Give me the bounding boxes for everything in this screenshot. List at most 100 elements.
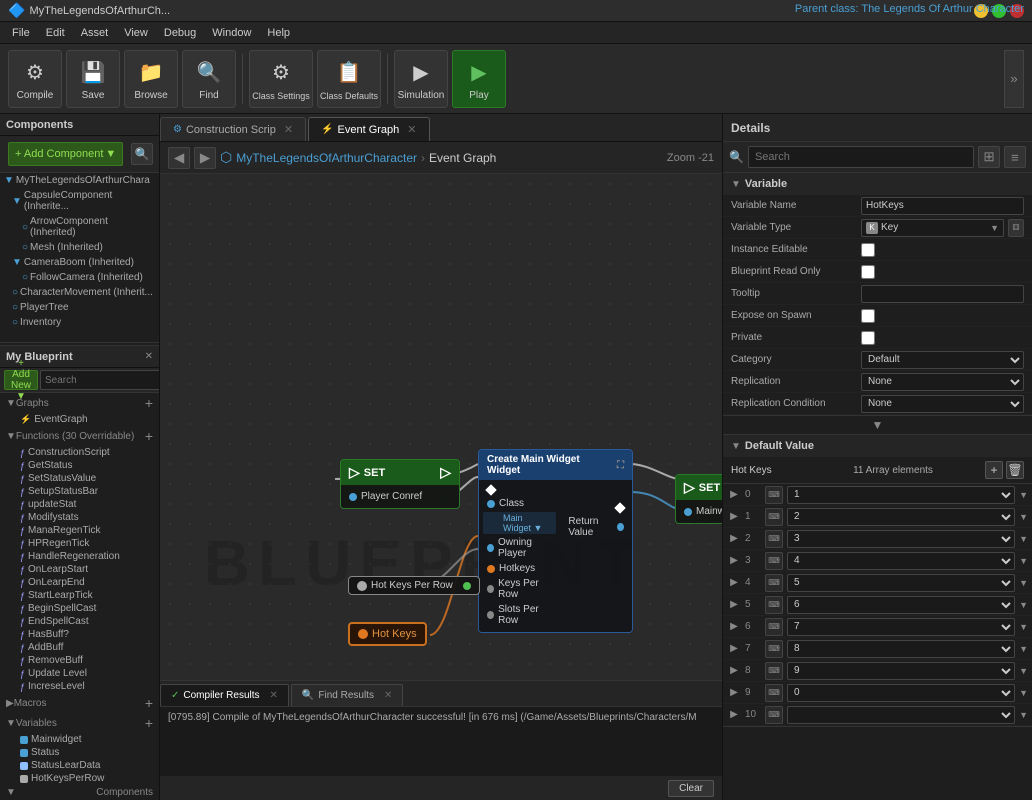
comp-mesh[interactable]: ○ Mesh (Inherited) — [0, 240, 159, 255]
menu-edit[interactable]: Edit — [38, 25, 73, 41]
bp-readonly-checkbox[interactable] — [861, 265, 875, 279]
replication-condition-select[interactable]: None — [861, 395, 1024, 413]
menu-asset[interactable]: Asset — [73, 25, 117, 41]
hotkeys-var-node[interactable]: Hot Keys — [348, 622, 427, 646]
item-6-select[interactable]: 7 — [787, 618, 1015, 636]
func-construction[interactable]: ƒ ConstructionScript — [0, 446, 159, 459]
item-9-select[interactable]: 0 — [787, 684, 1015, 702]
item-2-select[interactable]: 3 — [787, 530, 1015, 548]
menu-debug[interactable]: Debug — [156, 25, 204, 41]
tab-event-graph-close[interactable]: ✕ — [407, 123, 416, 136]
category-select[interactable]: Default — [861, 351, 1024, 369]
item-5-expand[interactable]: ▶ — [727, 598, 741, 612]
private-checkbox[interactable] — [861, 331, 875, 345]
save-button[interactable]: 💾 Save — [66, 50, 120, 108]
item-2-expand[interactable]: ▶ — [727, 532, 741, 546]
variables-section-header[interactable]: ▼ Variables + — [0, 713, 159, 733]
set-node-2[interactable]: ▷ SET ▷ Mainwidget — [675, 474, 722, 524]
details-list-btn[interactable]: ≡ — [1004, 146, 1026, 168]
item-1-select[interactable]: 2 — [787, 508, 1015, 526]
func-hpregentick[interactable]: ƒ HPRegenTick — [0, 537, 159, 550]
comp-playertree[interactable]: ○ PlayerTree — [0, 300, 159, 315]
item-8-expand[interactable]: ▶ — [727, 664, 741, 678]
var-hotkeysperrow[interactable]: HotKeysPerRow — [0, 772, 159, 785]
compile-button[interactable]: ⚙ Compile — [8, 50, 62, 108]
func-manaregentick[interactable]: ƒ ManaRegenTick — [0, 524, 159, 537]
add-component-button[interactable]: + Add Component ▼ — [8, 142, 123, 166]
func-setstatusvalue[interactable]: ƒ SetStatusValue — [0, 472, 159, 485]
comp-charmovement[interactable]: ○ CharacterMovement (Inherit... — [0, 285, 159, 300]
comp-inventory[interactable]: ○ Inventory — [0, 315, 159, 330]
item-0-expand[interactable]: ▶ — [727, 488, 741, 502]
item-9-expand[interactable]: ▶ — [727, 686, 741, 700]
tab-event-graph[interactable]: ⚡ Event Graph ✕ — [308, 117, 429, 141]
menu-window[interactable]: Window — [204, 25, 259, 41]
find-button[interactable]: 🔍 Find — [182, 50, 236, 108]
component-search-btn[interactable]: 🔍 — [131, 143, 153, 165]
func-endspell[interactable]: ƒ EndSpellCast — [0, 615, 159, 628]
bp-search-input[interactable] — [40, 370, 160, 390]
clear-log-button[interactable]: Clear — [668, 780, 714, 797]
class-settings-button[interactable]: ⚙ Class Settings — [249, 50, 313, 108]
var-name-input[interactable] — [861, 197, 1024, 215]
my-blueprint-close-btn[interactable]: ✕ — [145, 351, 153, 362]
func-increselevel[interactable]: ƒ IncreseLevel — [0, 680, 159, 693]
item-4-expand[interactable]: ▶ — [727, 576, 741, 590]
create-widget-node[interactable]: Create Main Widget Widget ⛶ Class — [478, 449, 633, 633]
var-type-button[interactable]: K Key ▼ — [861, 219, 1004, 237]
nav-back-btn[interactable]: ◀ — [168, 147, 190, 169]
menu-help[interactable]: Help — [259, 25, 298, 41]
macros-add-btn[interactable]: + — [145, 695, 153, 711]
func-getstatus[interactable]: ƒ GetStatus — [0, 459, 159, 472]
log-tab-compiler[interactable]: ✓ Compiler Results ✕ — [160, 684, 289, 706]
set-node-1[interactable]: ▷ SET ▷ Player Conref — [340, 459, 460, 509]
macros-section-header[interactable]: ▶ Macros + — [0, 693, 159, 713]
event-graph-item[interactable]: ⚡ EventGraph — [0, 413, 159, 426]
add-new-button[interactable]: + Add New ▼ — [4, 370, 38, 390]
item-10-select[interactable] — [787, 706, 1015, 724]
dv-add-btn[interactable]: + — [985, 461, 1003, 479]
class-value-label[interactable]: Main Widget ▼ — [503, 513, 542, 533]
dv-remove-btn[interactable]: 🗑 — [1006, 461, 1024, 479]
func-handleregeneration[interactable]: ƒ HandleRegeneration — [0, 550, 159, 563]
play-button[interactable]: ▶ Play — [452, 50, 506, 108]
item-10-expand[interactable]: ▶ — [727, 708, 741, 722]
item-3-select[interactable]: 4 — [787, 552, 1015, 570]
func-onlearpend[interactable]: ƒ OnLearpEnd — [0, 576, 159, 589]
graphs-add-btn[interactable]: + — [145, 395, 153, 411]
find-tab-close[interactable]: ✕ — [384, 690, 392, 701]
browse-button[interactable]: 📁 Browse — [124, 50, 178, 108]
class-defaults-button[interactable]: 📋 Class Defaults — [317, 50, 381, 108]
item-3-expand[interactable]: ▶ — [727, 554, 741, 568]
comp-arrow[interactable]: ○ ArrowComponent (Inherited) — [0, 214, 159, 240]
comp-followcam[interactable]: ○ FollowCamera (Inherited) — [0, 270, 159, 285]
var-statusleardata[interactable]: StatusLearData — [0, 759, 159, 772]
func-onlearpstart[interactable]: ƒ OnLearpStart — [0, 563, 159, 576]
parent-class-link[interactable]: The Legends Of Arthur Character — [861, 3, 1024, 15]
var-status[interactable]: Status — [0, 746, 159, 759]
nav-forward-btn[interactable]: ▶ — [194, 147, 216, 169]
functions-add-btn[interactable]: + — [145, 428, 153, 444]
tooltip-input[interactable] — [861, 285, 1024, 303]
simulation-button[interactable]: ▶ Simulation — [394, 50, 448, 108]
details-grid-btn[interactable]: ⊞ — [978, 146, 1000, 168]
var-mainwidget[interactable]: Mainwidget — [0, 733, 159, 746]
item-4-select[interactable]: 5 — [787, 574, 1015, 592]
item-5-select[interactable]: 6 — [787, 596, 1015, 614]
item-7-select[interactable]: 8 — [787, 640, 1015, 658]
hotkeys-per-row-node[interactable]: Hot Keys Per Row — [348, 576, 480, 595]
section-expand-btn[interactable]: ▼ — [872, 418, 884, 432]
array-type-btn[interactable]: ⚅ — [1008, 219, 1024, 237]
log-tab-find[interactable]: 🔍 Find Results ✕ — [291, 684, 403, 706]
func-beginspell[interactable]: ƒ BeginSpellCast — [0, 602, 159, 615]
func-updatelevel[interactable]: ƒ Update Level — [0, 667, 159, 680]
bp-components-section-header[interactable]: ▼ Components — [0, 785, 159, 800]
func-removebuff[interactable]: ƒ RemoveBuff — [0, 654, 159, 667]
replication-select[interactable]: None — [861, 373, 1024, 391]
comp-root[interactable]: ▼ MyTheLegendsOfArthurChara — [0, 173, 159, 188]
tab-construction-script[interactable]: ⚙ Construction Scrip ✕ — [160, 117, 306, 141]
item-0-select[interactable]: 1 — [787, 486, 1015, 504]
details-search-input[interactable] — [748, 146, 974, 168]
default-value-section-header[interactable]: ▼ Default Value — [723, 435, 1032, 457]
toolbar-overflow-btn[interactable]: » — [1004, 50, 1024, 108]
